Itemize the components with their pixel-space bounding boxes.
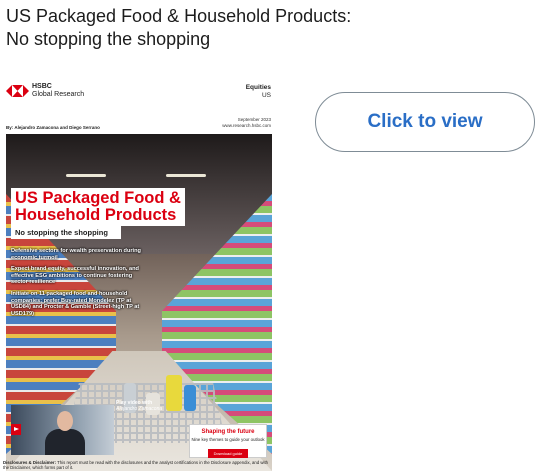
report-cover-thumbnail[interactable]: HSBC Global Research Equities US Septemb… — [3, 78, 276, 473]
disclosure-text: Disclosures & Disclaimer: This report mu… — [3, 460, 275, 470]
report-subtitle: No stopping the shopping — [15, 228, 108, 237]
brand-name: HSBC Global Research — [32, 83, 84, 98]
report-byline: By: Alejandro Zamacona and Diego Serrano — [6, 125, 100, 130]
ceiling-light — [66, 174, 106, 177]
key-point: Initiate on 11 packaged food and househo… — [11, 290, 140, 317]
brand-subtitle: Global Research — [32, 90, 85, 98]
presenter-body — [45, 429, 85, 455]
report-title-line-2: Household Products — [15, 205, 177, 224]
promo-subtitle: Nine key themes to guide your outlook — [191, 437, 265, 442]
ceiling-light — [166, 174, 206, 177]
report-dateline: September 2023 www.research.hsbc.com — [222, 117, 271, 129]
key-point: Defensive sectors for wealth preservatio… — [11, 248, 141, 261]
product-bottle — [184, 385, 196, 411]
brand-title: HSBC — [32, 83, 52, 90]
page-headline: US Packaged Food & Household Products: N… — [6, 5, 351, 51]
headline-line-1: US Packaged Food & Household Products: — [6, 6, 352, 26]
region-label: US — [261, 91, 271, 99]
video-caption: Play video with Alejandro Zamacona — [116, 400, 162, 412]
promo-title: Shaping the future — [201, 429, 255, 435]
hsbc-logo-icon — [6, 85, 29, 97]
guide-promo[interactable]: Shaping the future Nine key themes to gu… — [189, 424, 267, 458]
report-subtitle-box: No stopping the shopping — [11, 226, 121, 239]
key-points: Defensive sectors for wealth preservatio… — [11, 248, 143, 322]
play-icon[interactable] — [11, 424, 21, 435]
report-header: HSBC Global Research Equities US — [3, 78, 276, 118]
report-title-box: US Packaged Food & Household Products — [11, 188, 185, 226]
key-point: Expect brand equity, successful innovati… — [11, 266, 139, 286]
section-label: Equities — [245, 84, 271, 91]
report-website: www.research.hsbc.com — [222, 123, 271, 128]
click-to-view-button[interactable]: Click to view — [315, 92, 535, 152]
video-presenter: Alejandro Zamacona — [116, 406, 163, 412]
download-guide-button[interactable]: Download guide — [207, 449, 249, 458]
presenter-head — [57, 411, 73, 431]
video-thumbnail[interactable] — [11, 405, 114, 455]
report-section: Equities US — [246, 84, 271, 99]
product-bottle — [166, 375, 182, 411]
report-title-line-1: US Packaged Food & — [15, 189, 181, 207]
headline-line-2: No stopping the shopping — [6, 29, 211, 49]
